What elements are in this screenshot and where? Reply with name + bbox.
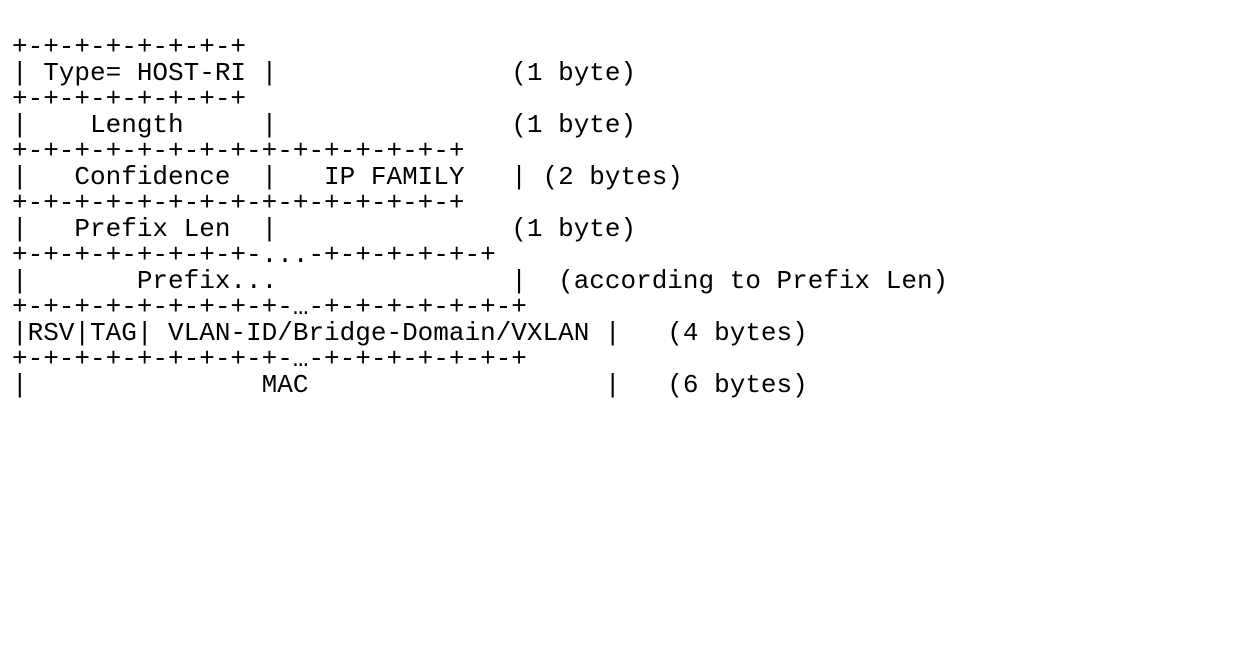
- packet-format-diagram: +-+-+-+-+-+-+-+ | Type= HOST-RI | (1 byt…: [0, 0, 1240, 406]
- diagram-line: | MAC | (6 bytes): [12, 370, 808, 400]
